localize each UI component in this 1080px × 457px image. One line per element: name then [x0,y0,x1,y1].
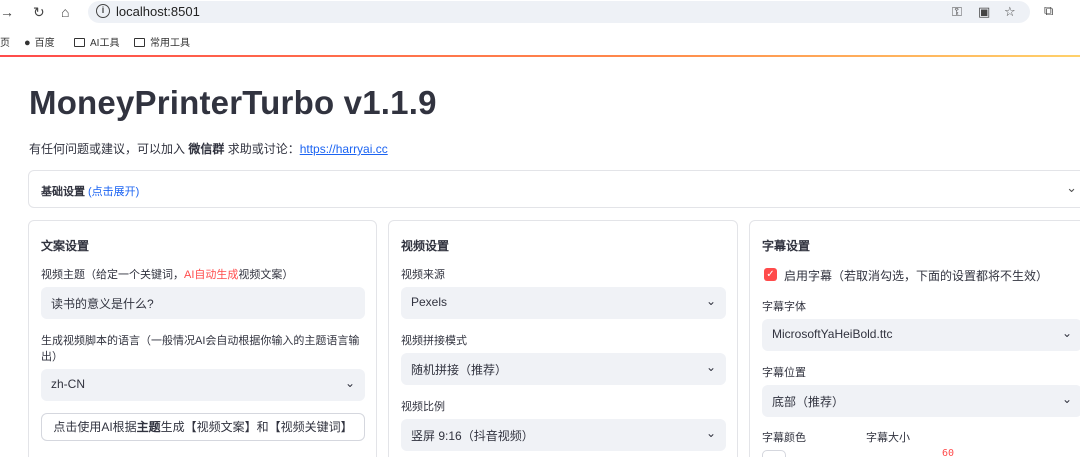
aspect-ratio-select[interactable]: 竖屏 9:16（抖音视频） ⌄ [401,419,726,451]
page-title: MoneyPrinterTurbo v1.1.9 [29,84,437,121]
subtitle-font-value: MicrosoftYaHeiBold.ttc [772,327,893,341]
extensions-icon[interactable]: ⧉ [1044,3,1053,19]
subtitle-bold: 微信群 [188,142,225,156]
subtitle-text-mid: 求助或讨论： [224,142,300,156]
site-info-icon[interactable]: i [96,4,110,18]
chevron-down-icon[interactable]: ⌄ [1066,180,1077,196]
expander-label: 基础设置 (点击展开) [41,183,139,199]
translate-icon[interactable]: ▣ [978,4,990,20]
button-text-suffix: 生成【视频文案】和【视频关键词】 [160,420,353,434]
topic-input[interactable]: 读书的意义是什么? [41,287,365,319]
language-label: 生成视频脚本的语言（一般情况AI会自动根据你输入的主题语言输出） [41,335,360,363]
expander-title: 基础设置 [41,186,85,198]
language-select[interactable]: zh-CN ⌄ [41,369,365,401]
folder-icon [134,38,145,47]
subtitle-size-value[interactable]: 60 [942,448,954,457]
chevron-down-icon: ⌄ [705,294,716,308]
subtitle-position-value: 底部（推荐） [772,395,845,409]
topic-label-text: 视频主题（给定一个关键词， [41,269,184,281]
expander-hint: (点击展开) [88,186,140,198]
bookmark-label: 常用工具 [150,38,190,49]
button-text-bold: 主题 [136,420,161,434]
video-source-select[interactable]: Pexels ⌄ [401,287,726,319]
bookmark-item[interactable]: 页 [0,34,10,49]
video-source-value: Pexels [411,295,448,309]
concat-mode-value: 随机拼接（推荐） [411,363,508,377]
app-accent-bar [0,55,1080,57]
panel-title: 字幕设置 [762,239,811,253]
basic-settings-expander[interactable]: 基础设置 (点击展开) ⌄ [28,170,1080,208]
subtitle-color-picker[interactable] [762,450,786,457]
enable-subtitle-label[interactable]: 启用字幕（若取消勾选，下面的设置都将不生效） [784,267,1048,284]
globe-icon: ● [24,37,31,49]
button-text: 点击使用AI根据 [53,420,137,434]
bookmark-label: 页 [0,38,10,49]
home-icon[interactable]: ⌂ [61,2,69,22]
subtitle-position-select[interactable]: 底部（推荐） ⌄ [762,385,1080,417]
reload-icon[interactable]: ↻ [33,2,45,22]
topic-value: 读书的意义是什么? [51,297,154,311]
topic-label-highlight: AI自动生成 [184,269,239,281]
generate-script-button[interactable]: 点击使用AI根据主题生成【视频文案】和【视频关键词】 [41,413,365,441]
language-value: zh-CN [51,377,86,391]
script-settings-panel: 文案设置 视频主题（给定一个关键词，AI自动生成视频文案） 读书的意义是什么? … [28,220,377,457]
topic-label: 视频主题（给定一个关键词，AI自动生成视频文案） [41,267,293,283]
chevron-down-icon: ⌄ [344,376,355,390]
subtitle-color-label: 字幕颜色 [762,432,806,444]
subtitle-size-label: 字幕大小 [866,432,910,444]
url-text[interactable]: localhost:8501 [116,4,200,19]
page-subtitle: 有任何问题或建议，可以加入 微信群 求助或讨论：https://harryai.… [29,140,388,157]
folder-icon [74,38,85,47]
subtitle-text: 有任何问题或建议，可以加入 [29,142,189,156]
subtitle-settings-panel: 字幕设置 ✓ 启用字幕（若取消勾选，下面的设置都将不生效） 字幕字体 Micro… [749,220,1080,457]
bookmark-star-icon[interactable]: ☆ [1004,4,1016,20]
panel-title: 视频设置 [401,239,450,253]
help-link[interactable]: https://harryai.cc [300,142,388,156]
chevron-down-icon: ⌄ [1061,392,1072,406]
subtitle-font-label: 字幕字体 [762,301,806,313]
aspect-ratio-value: 竖屏 9:16（抖音视频） [411,429,534,443]
bookmark-folder-common-tools[interactable]: 常用工具 [134,34,190,49]
chevron-down-icon: ⌄ [705,426,716,440]
password-key-icon[interactable]: ⚿ [952,4,962,20]
forward-icon[interactable]: → [0,2,14,22]
bookmark-folder-ai-tools[interactable]: AI工具 [74,34,119,49]
chevron-down-icon: ⌄ [1061,326,1072,340]
bookmark-label: AI工具 [90,38,120,49]
subtitle-font-select[interactable]: MicrosoftYaHeiBold.ttc ⌄ [762,319,1080,351]
subtitle-position-label: 字幕位置 [762,367,806,379]
concat-mode-select[interactable]: 随机拼接（推荐） ⌄ [401,353,726,385]
video-source-label: 视频来源 [401,269,445,281]
concat-mode-label: 视频拼接模式 [401,335,467,347]
panel-title: 文案设置 [41,239,90,253]
enable-subtitle-checkbox[interactable]: ✓ [764,268,777,281]
address-bar[interactable]: i localhost:8501 ⚿ ▣ ☆ [88,1,1030,23]
video-settings-panel: 视频设置 视频来源 Pexels ⌄ 视频拼接模式 随机拼接（推荐） ⌄ 视频比… [388,220,738,457]
topic-label-suffix: 视频文案） [238,269,294,281]
bookmark-item-baidu[interactable]: ● 百度 [24,34,55,49]
bookmarks-bar: 页 ● 百度 AI工具 常用工具 [0,29,1080,51]
browser-toolbar: → ↻ ⌂ i localhost:8501 ⚿ ▣ ☆ ⧉ [0,0,1080,24]
chevron-down-icon: ⌄ [705,360,716,374]
bookmark-label: 百度 [34,38,55,49]
aspect-ratio-label: 视频比例 [401,401,445,413]
